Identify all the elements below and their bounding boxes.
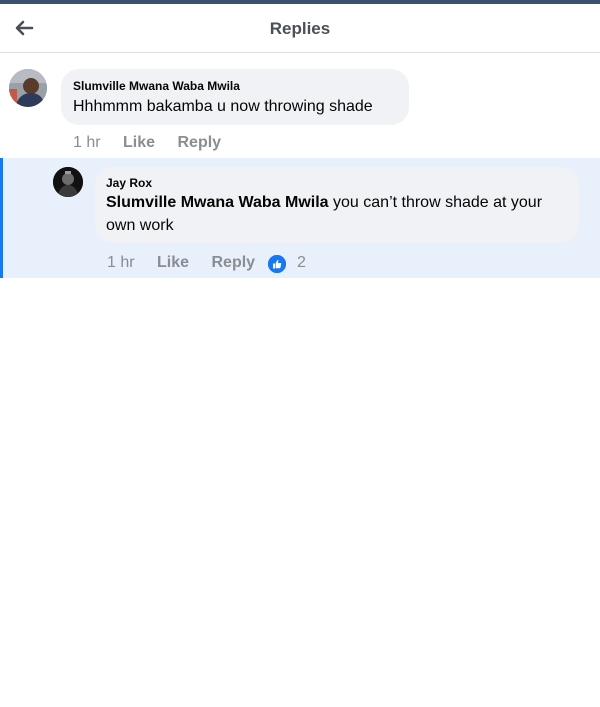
reply-time[interactable]: 1 hr bbox=[107, 254, 135, 271]
comment-actions: 1 hr Like Reply bbox=[73, 134, 221, 152]
reply-text: Slumville Mwana Waba Mwila you can’t thr… bbox=[106, 191, 571, 237]
like-button[interactable]: Like bbox=[123, 134, 155, 151]
mention-link[interactable]: Slumville Mwana Waba Mwila bbox=[106, 194, 329, 211]
reply-button[interactable]: Reply bbox=[212, 254, 256, 271]
comment-author[interactable]: Slumville Mwana Waba Mwila bbox=[73, 79, 240, 93]
like-button[interactable]: Like bbox=[157, 254, 189, 271]
reply-actions: 1 hr Like Reply bbox=[107, 254, 255, 272]
reply-button[interactable]: Reply bbox=[178, 134, 222, 151]
reply-bubble: Jay Rox Slumville Mwana Waba Mwila you c… bbox=[95, 167, 579, 243]
reply-author[interactable]: Jay Rox bbox=[106, 176, 152, 190]
avatar[interactable] bbox=[9, 69, 47, 107]
header: Replies bbox=[0, 4, 600, 53]
comment-text: Hhhmmm bakamba u now throwing shade bbox=[73, 98, 373, 115]
page-title: Replies bbox=[269, 19, 331, 38]
like-icon[interactable] bbox=[268, 255, 286, 273]
comment-bubble: Slumville Mwana Waba Mwila Hhhmmm bakamb… bbox=[61, 69, 409, 125]
reaction-count[interactable]: 2 bbox=[297, 254, 306, 272]
comment-time[interactable]: 1 hr bbox=[73, 134, 101, 151]
highlight-indicator bbox=[0, 158, 3, 278]
avatar[interactable] bbox=[53, 167, 83, 197]
